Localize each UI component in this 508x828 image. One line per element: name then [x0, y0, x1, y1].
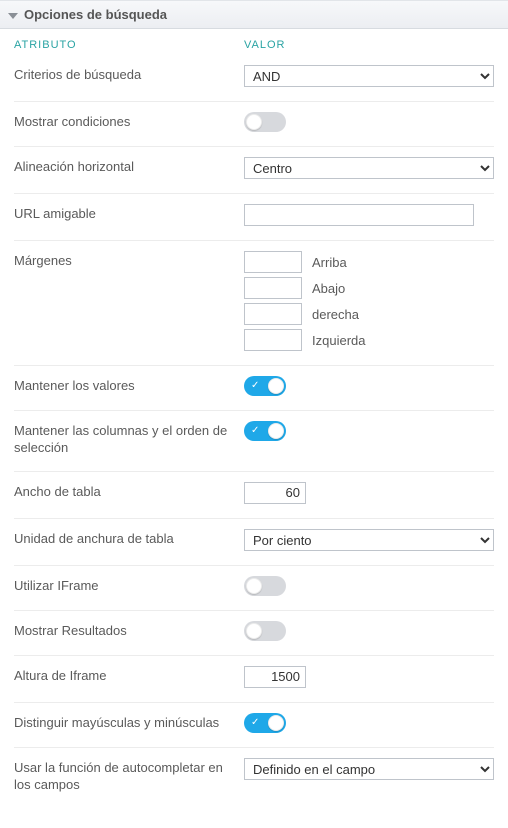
column-attribute: ATRIBUTO [14, 39, 244, 51]
row-width-unit: Unidad de anchura de tabla Por ciento [14, 519, 494, 566]
toggle-knob [268, 423, 284, 439]
search-options-panel: Opciones de búsqueda ATRIBUTO VALOR Crit… [0, 0, 508, 828]
label-horizontal-align: Alineación horizontal [14, 157, 244, 176]
label-margin-left: Izquierda [312, 333, 365, 348]
row-iframe-height: Altura de Iframe [14, 656, 494, 703]
label-table-width: Ancho de tabla [14, 482, 244, 501]
row-case-sensitive: Distinguir mayúsculas y minúsculas ✓ [14, 703, 494, 748]
check-icon: ✓ [251, 716, 259, 730]
label-margin-top: Arriba [312, 255, 347, 270]
label-keep-values: Mantener los valores [14, 376, 244, 395]
label-case-sensitive: Distinguir mayúsculas y minúsculas [14, 713, 244, 732]
label-margins: Márgenes [14, 251, 244, 270]
toggle-keep-columns[interactable]: ✓ [244, 421, 286, 441]
row-show-conditions: Mostrar condiciones ✓ [14, 102, 494, 147]
select-autocomplete[interactable]: Definido en el campo [244, 758, 494, 780]
label-width-unit: Unidad de anchura de tabla [14, 529, 244, 548]
select-search-criteria[interactable]: AND [244, 65, 494, 87]
toggle-knob [268, 378, 284, 394]
toggle-knob [246, 578, 262, 594]
row-table-width: Ancho de tabla [14, 472, 494, 519]
label-friendly-url: URL amigable [14, 204, 244, 223]
toggle-knob [268, 715, 284, 731]
label-iframe-height: Altura de Iframe [14, 666, 244, 685]
input-margin-left[interactable] [244, 329, 302, 351]
toggle-knob [246, 623, 262, 639]
collapse-triangle-icon [8, 13, 18, 19]
input-friendly-url[interactable] [244, 204, 474, 226]
toggle-case-sensitive[interactable]: ✓ [244, 713, 286, 733]
select-width-unit[interactable]: Por ciento [244, 529, 494, 551]
row-autocomplete: Usar la función de autocompletar en los … [14, 748, 494, 808]
input-margin-top[interactable] [244, 251, 302, 273]
column-value: VALOR [244, 39, 494, 51]
column-headers: ATRIBUTO VALOR [0, 29, 508, 55]
row-margins: Márgenes Arriba Abajo derecha Izquierda [14, 241, 494, 366]
row-show-results: Mostrar Resultados ✓ [14, 611, 494, 656]
row-keep-values: Mantener los valores ✓ [14, 366, 494, 411]
row-use-iframe: Utilizar IFrame ✓ [14, 566, 494, 611]
label-keep-columns: Mantener las columnas y el orden de sele… [14, 421, 244, 457]
toggle-keep-values[interactable]: ✓ [244, 376, 286, 396]
input-margin-right[interactable] [244, 303, 302, 325]
label-search-criteria: Criterios de búsqueda [14, 65, 244, 84]
toggle-show-conditions[interactable]: ✓ [244, 112, 286, 132]
check-icon: ✓ [251, 379, 259, 393]
label-margin-right: derecha [312, 307, 359, 322]
label-show-results: Mostrar Resultados [14, 621, 244, 640]
label-show-conditions: Mostrar condiciones [14, 112, 244, 131]
panel-header[interactable]: Opciones de búsqueda [0, 0, 508, 29]
toggle-knob [246, 114, 262, 130]
row-search-criteria: Criterios de búsqueda AND [14, 55, 494, 102]
label-autocomplete: Usar la función de autocompletar en los … [14, 758, 244, 794]
row-friendly-url: URL amigable [14, 194, 494, 241]
toggle-use-iframe[interactable]: ✓ [244, 576, 286, 596]
row-horizontal-align: Alineación horizontal Centro [14, 147, 494, 194]
input-iframe-height[interactable] [244, 666, 306, 688]
label-use-iframe: Utilizar IFrame [14, 576, 244, 595]
toggle-show-results[interactable]: ✓ [244, 621, 286, 641]
input-table-width[interactable] [244, 482, 306, 504]
label-margin-bottom: Abajo [312, 281, 345, 296]
select-horizontal-align[interactable]: Centro [244, 157, 494, 179]
check-icon: ✓ [251, 424, 259, 438]
input-margin-bottom[interactable] [244, 277, 302, 299]
panel-title: Opciones de búsqueda [24, 7, 167, 22]
row-keep-columns: Mantener las columnas y el orden de sele… [14, 411, 494, 472]
